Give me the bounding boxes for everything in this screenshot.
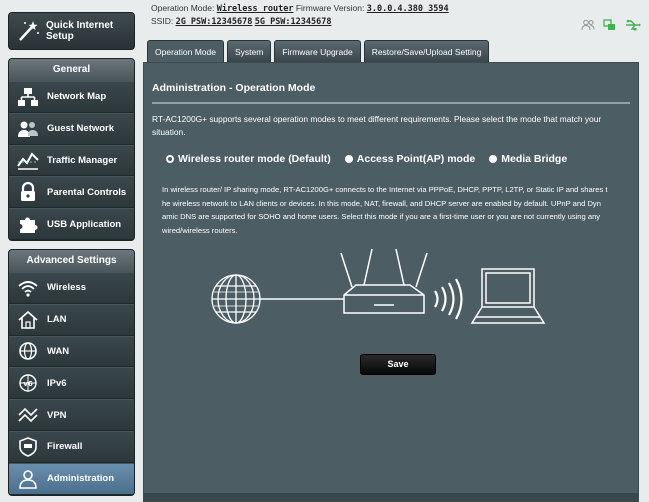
globe-illustration — [211, 274, 261, 324]
mode-option-media-bridge[interactable]: Media Bridge — [489, 153, 567, 165]
sidebar-item-label: LAN — [47, 314, 67, 326]
guest-network-icon — [15, 118, 41, 140]
home-icon — [15, 309, 41, 331]
mode-description-line: he wireless network to LAN clients or de… — [162, 198, 601, 208]
usb-icon[interactable] — [625, 18, 641, 36]
radio-selected[interactable] — [166, 155, 174, 163]
wifi-icon — [15, 277, 41, 299]
sidebar-item-label: USB Application — [47, 218, 122, 230]
quick-internet-setup-button[interactable]: Quick Internet Setup — [8, 12, 135, 50]
mode-option-label: Wireless router mode (Default) — [178, 153, 331, 165]
mode-description: In wireless router/ IP sharing mode, RT-… — [162, 183, 632, 237]
admin-user-icon — [15, 468, 41, 490]
general-menu: General Network Map Guest Network Traffi… — [8, 58, 135, 241]
panel-footer — [144, 493, 638, 501]
globe-icon — [15, 340, 41, 362]
mode-option-wireless-router[interactable]: Wireless router mode (Default) — [166, 153, 331, 165]
mode-description-line: wired/wireless routers. — [162, 225, 238, 235]
magic-wand-icon — [15, 18, 42, 44]
sidebar-item-label: Wireless — [47, 282, 86, 294]
mode-option-label: Media Bridge — [501, 153, 568, 165]
tab-firmware-upgrade[interactable]: Firmware Upgrade — [274, 40, 361, 62]
wireless-waves-illustration — [434, 278, 463, 320]
sidebar-item-wireless[interactable]: Wireless — [9, 271, 134, 304]
advanced-settings-menu: Advanced Settings Wireless LAN WAN v6 IP… — [8, 248, 135, 496]
title-divider — [152, 102, 630, 104]
sidebar: Quick Internet Setup General Network Map… — [8, 12, 135, 502]
firmware-label: Firmware Version: — [295, 3, 365, 13]
sidebar-item-label: Guest Network — [47, 123, 115, 135]
save-button[interactable]: Save — [360, 354, 436, 375]
sidebar-item-ipv6[interactable]: v6 IPv6 — [9, 367, 134, 400]
tab-operation-mode[interactable]: Operation Mode — [147, 40, 224, 62]
tab-restore-save-upload[interactable]: Restore/Save/Upload Setting — [363, 40, 490, 62]
ssid-5g-link[interactable]: 5G_PSW:12345678 — [255, 17, 332, 27]
sidebar-item-label: VPN — [47, 409, 67, 421]
sidebar-item-traffic-manager[interactable]: Traffic Manager — [9, 144, 134, 177]
sidebar-item-label: Traffic Manager — [47, 154, 118, 166]
network-status-icon[interactable] — [603, 18, 617, 36]
sidebar-item-label: Administration — [47, 473, 115, 485]
general-menu-title: General — [9, 59, 134, 81]
sidebar-item-guest-network[interactable]: Guest Network — [9, 112, 134, 145]
header-bar: Operation Mode: Wireless router Firmware… — [145, 0, 649, 40]
traffic-manager-icon — [15, 149, 41, 171]
sidebar-item-label: Network Map — [47, 91, 107, 103]
page-description: RT-AC1200G+ supports several operation m… — [152, 114, 602, 137]
advanced-settings-title: Advanced Settings — [9, 249, 134, 272]
firmware-version-link[interactable]: 3.0.0.4.380_3594 — [367, 4, 449, 14]
operation-mode-line: Operation Mode: Wireless router Firmware… — [151, 3, 449, 14]
quick-internet-setup-label: Quick Internet Setup — [46, 20, 114, 42]
users-icon[interactable] — [581, 18, 595, 36]
sidebar-item-wan[interactable]: WAN — [9, 335, 134, 368]
svg-text:v6: v6 — [23, 380, 33, 388]
operation-mode-link[interactable]: Wireless router — [217, 4, 294, 14]
mode-option-access-point[interactable]: Access Point(AP) mode — [344, 153, 476, 165]
ssid-line: SSID: 2G_PSW:12345678 5G_PSW:12345678 — [151, 16, 331, 27]
radio-unselected[interactable] — [489, 155, 498, 163]
mode-option-label: Access Point(AP) mode — [356, 153, 476, 165]
tab-bar: Operation Mode System Firmware Upgrade R… — [147, 40, 490, 62]
operation-mode-options: Wireless router mode (Default) Access Po… — [166, 153, 581, 165]
ssid-2g-link[interactable]: 2G_PSW:12345678 — [176, 17, 253, 27]
sidebar-item-label: Parental Controls — [47, 186, 127, 198]
mode-description-line: amic DNS are supported for SOHO and home… — [162, 212, 601, 221]
radio-unselected[interactable] — [344, 155, 353, 163]
sidebar-item-usb-application[interactable]: USB Application — [9, 208, 134, 240]
sidebar-item-label: WAN — [47, 345, 70, 357]
ipv6-globe-icon: v6 — [15, 372, 41, 394]
vpn-icon — [15, 404, 41, 426]
sidebar-item-administration[interactable]: Administration — [9, 462, 134, 495]
laptop-illustration — [470, 268, 546, 324]
main-panel: Administration - Operation Mode RT-AC120… — [143, 62, 639, 502]
operation-mode-label: Operation Mode: — [151, 3, 215, 13]
ssid-label: SSID: — [151, 16, 174, 26]
lock-icon — [15, 181, 41, 203]
status-icons — [581, 18, 641, 36]
sidebar-item-firewall[interactable]: Firewall — [9, 430, 134, 463]
sidebar-item-network-map[interactable]: Network Map — [9, 81, 134, 113]
shield-icon — [15, 436, 41, 458]
sidebar-item-parental-controls[interactable]: Parental Controls — [9, 176, 134, 209]
puzzle-icon — [15, 213, 41, 235]
mode-description-line: In wireless router/ IP sharing mode, RT-… — [162, 185, 608, 194]
page-title: Administration - Operation Mode — [152, 82, 316, 94]
sidebar-item-label: IPv6 — [47, 377, 67, 389]
tab-system[interactable]: System — [226, 40, 272, 62]
router-illustration — [340, 248, 428, 314]
sidebar-item-label: Firewall — [47, 441, 83, 453]
network-map-icon — [15, 86, 41, 108]
sidebar-item-vpn[interactable]: VPN — [9, 399, 134, 431]
network-diagram — [211, 248, 546, 324]
sidebar-item-lan[interactable]: LAN — [9, 303, 134, 336]
